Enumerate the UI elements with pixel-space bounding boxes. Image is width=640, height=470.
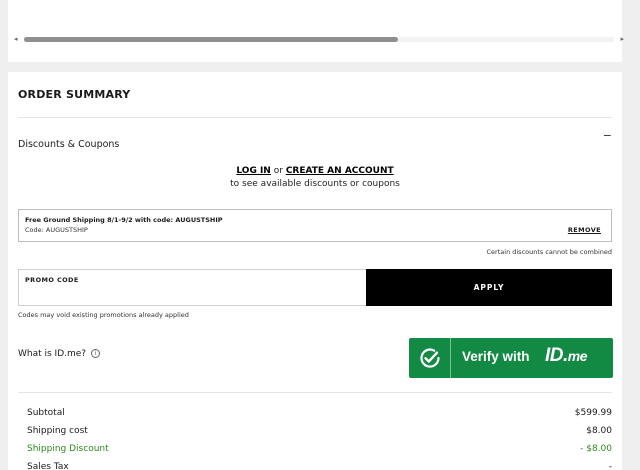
combine-note: Certain discounts cannot be combined	[486, 248, 612, 256]
totals-row-shipping-discount: Shipping Discount - $8.00	[18, 444, 612, 462]
promo-code-label: PROMO CODE	[25, 276, 79, 284]
totals-row-sales-tax: Sales Tax -	[18, 462, 612, 470]
scroll-right-icon[interactable]: ▸	[620, 35, 624, 43]
scroll-left-icon[interactable]: ◂	[14, 35, 18, 43]
login-subtext: to see available discounts or coupons	[230, 179, 400, 189]
order-summary-title: ORDER SUMMARY	[18, 88, 131, 101]
divider	[18, 117, 612, 118]
verify-with-idme-button[interactable]: Verify with ID.me	[409, 338, 613, 378]
promo-code-form: PROMO CODE APPLY	[18, 269, 612, 306]
discounts-coupons-toggle[interactable]: Discounts & Coupons −	[18, 129, 612, 150]
promo-code-field[interactable]: PROMO CODE	[18, 269, 367, 306]
horizontal-scrollbar[interactable]: ◂ ▸	[14, 34, 624, 44]
idme-logo-id: ID.	[545, 345, 568, 366]
discounts-coupons-label: Discounts & Coupons	[18, 139, 120, 150]
order-totals: Subtotal $599.99 Shipping cost $8.00 Shi…	[18, 408, 612, 470]
shipping-discount-value: - $8.00	[580, 444, 612, 454]
idme-info-link[interactable]: What is ID.me? i	[18, 349, 100, 359]
checkmark-badge-icon	[420, 348, 440, 368]
apply-button[interactable]: APPLY	[366, 269, 612, 306]
totals-row-shipping: Shipping cost $8.00	[18, 426, 612, 444]
sales-tax-label: Sales Tax	[27, 462, 69, 470]
shipping-discount-label: Shipping Discount	[27, 444, 109, 454]
idme-question: What is ID.me?	[18, 349, 87, 359]
applied-coupon-box: Free Ground Shipping 8/1-9/2 with code: …	[18, 209, 612, 242]
login-prompt: LOG IN or CREATE AN ACCOUNT	[8, 166, 622, 176]
shipping-cost-label: Shipping cost	[27, 426, 88, 436]
idme-logo-me: me	[567, 348, 588, 364]
promo-note: Codes may void existing promotions alrea…	[18, 311, 189, 319]
create-account-link[interactable]: CREATE AN ACCOUNT	[286, 166, 394, 176]
previous-section-card: ◂ ▸	[8, 0, 624, 62]
login-link[interactable]: LOG IN	[236, 166, 270, 176]
totals-row-subtotal: Subtotal $599.99	[18, 408, 612, 426]
verify-text: Verify with	[462, 349, 530, 364]
promo-code-input[interactable]	[25, 288, 355, 302]
sales-tax-value: -	[608, 462, 612, 470]
shipping-cost-value: $8.00	[586, 426, 612, 436]
subtotal-value: $599.99	[574, 408, 612, 418]
or-text: or	[273, 166, 283, 176]
remove-coupon-link[interactable]: REMOVE	[568, 226, 601, 234]
order-summary-card: ORDER SUMMARY Discounts & Coupons − LOG …	[8, 72, 622, 470]
scrollbar-thumb[interactable]	[24, 37, 398, 42]
collapse-icon[interactable]: −	[603, 129, 612, 142]
subtotal-label: Subtotal	[27, 408, 65, 418]
coupon-code: Code: AUGUSTSHIP	[25, 226, 88, 234]
idme-logo: ID.me	[545, 345, 588, 367]
coupon-description: Free Ground Shipping 8/1-9/2 with code: …	[25, 216, 223, 224]
divider	[18, 392, 612, 393]
info-icon[interactable]: i	[90, 349, 100, 358]
button-divider	[450, 338, 451, 378]
